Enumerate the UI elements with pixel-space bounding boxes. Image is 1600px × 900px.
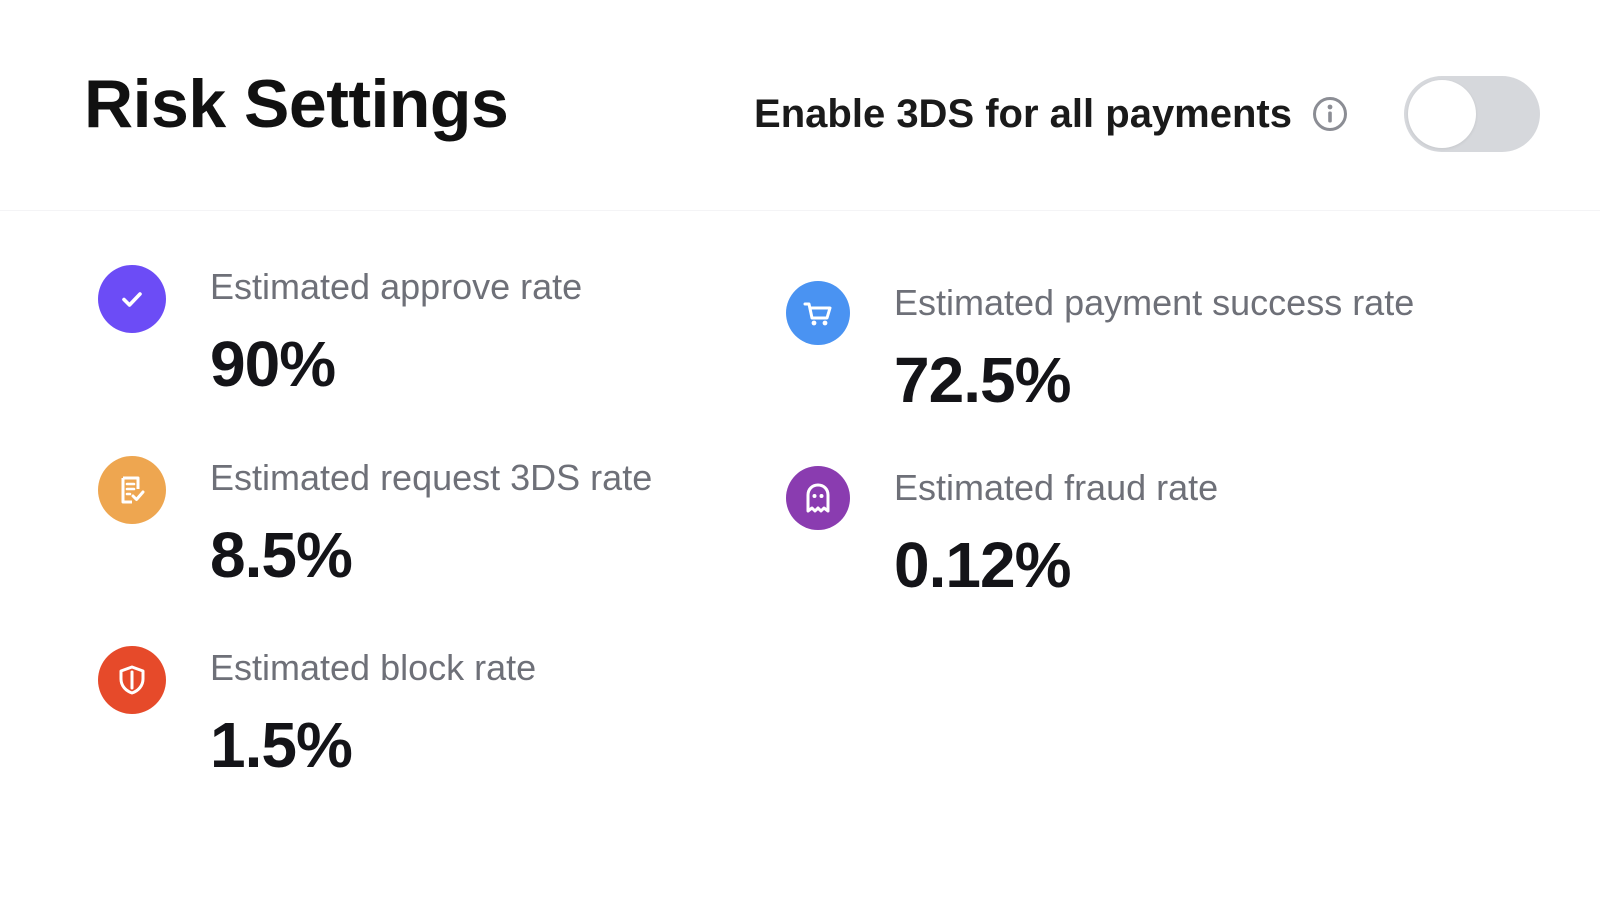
metric-block-rate: Estimated block rate 1.5% <box>98 646 536 780</box>
toggle-knob <box>1408 80 1476 148</box>
metric-request-3ds-rate: Estimated request 3DS rate 8.5% <box>98 456 652 590</box>
header: Risk Settings Enable 3DS for all payment… <box>0 0 1600 211</box>
risk-settings-page: Risk Settings Enable 3DS for all payment… <box>0 0 1600 900</box>
metric-value: 0.12% <box>894 529 1071 601</box>
metric-label: Estimated approve rate <box>210 266 583 307</box>
ghost-icon <box>786 466 850 530</box>
enable-3ds-label: Enable 3DS for all payments <box>754 91 1292 136</box>
cart-icon <box>786 281 850 345</box>
info-icon[interactable] <box>1312 96 1348 132</box>
metric-value: 8.5% <box>210 519 353 591</box>
page-title: Risk Settings <box>84 66 509 142</box>
metric-payment-success-rate: Estimated payment success rate 72.5% <box>786 281 1414 415</box>
document-check-icon <box>98 456 166 524</box>
metric-label: Estimated block rate <box>210 647 537 688</box>
metric-value: 90% <box>210 328 336 400</box>
metric-fraud-rate: Estimated fraud rate 0.12% <box>786 466 1218 600</box>
metric-label: Estimated payment success rate <box>894 282 1415 323</box>
metric-label: Estimated fraud rate <box>894 467 1219 508</box>
metric-value: 1.5% <box>210 709 353 781</box>
metric-label: Estimated request 3DS rate <box>210 457 653 498</box>
enable-3ds-toggle[interactable] <box>1404 76 1540 152</box>
shield-icon <box>98 646 166 714</box>
metric-value: 72.5% <box>894 344 1071 416</box>
check-icon <box>98 265 166 333</box>
metric-approve-rate: Estimated approve rate 90% <box>98 265 582 399</box>
enable-3ds-setting: Enable 3DS for all payments <box>754 76 1540 152</box>
